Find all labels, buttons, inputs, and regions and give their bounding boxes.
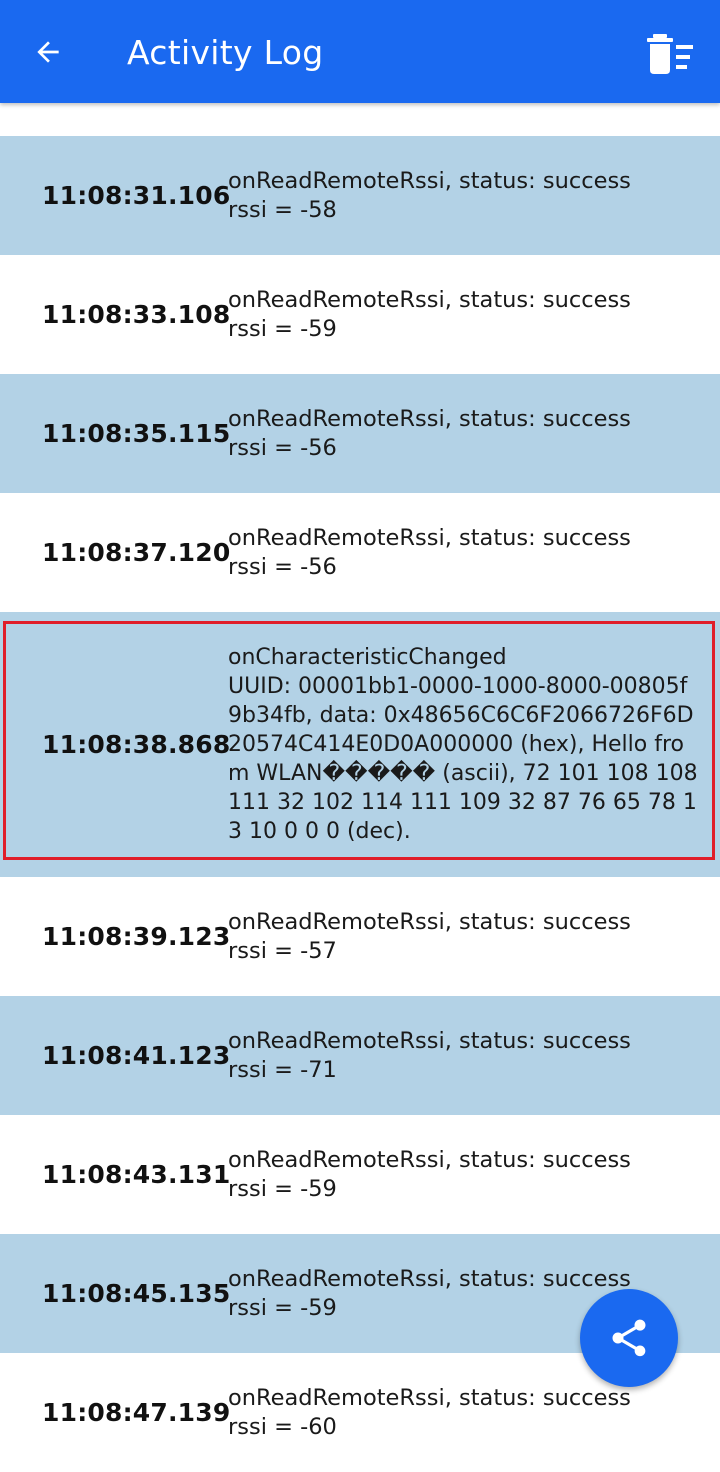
log-timestamp: 11:08:37.120 [42,538,231,567]
log-entry[interactable]: 11:08:31.106 onReadRemoteRssi, status: s… [0,136,720,255]
app-bar: Activity Log [0,0,720,103]
log-message: onReadRemoteRssi, status: success rssi =… [228,167,631,223]
log-timestamp: 11:08:35.115 [42,419,231,448]
log-message: onReadRemoteRssi, status: success rssi =… [228,286,631,342]
log-message: onReadRemoteRssi, status: success rssi =… [228,1027,631,1083]
log-entry-characteristic-changed[interactable]: 11:08:38.868 onCharacteristicChanged UUI… [0,612,720,877]
clear-log-button[interactable] [640,26,700,82]
log-message: onReadRemoteRssi, status: success rssi =… [228,1384,631,1440]
log-timestamp: 11:08:43.131 [42,1160,231,1189]
log-timestamp: 11:08:47.139 [42,1398,231,1427]
log-timestamp: 11:08:38.868 [42,730,231,759]
activity-log-list[interactable]: 11:08:31.106 onReadRemoteRssi, status: s… [0,103,720,1472]
share-icon [612,1319,646,1357]
log-timestamp: 11:08:39.123 [42,922,231,951]
log-message: onReadRemoteRssi, status: success rssi =… [228,908,631,964]
log-message: onReadRemoteRssi, status: success rssi =… [228,405,631,461]
delete-sweep-icon [647,34,693,74]
page-title: Activity Log [127,33,324,72]
log-entry[interactable]: 11:08:33.108 onReadRemoteRssi, status: s… [0,255,720,374]
log-timestamp: 11:08:45.135 [42,1279,231,1308]
log-entry[interactable]: 11:08:37.120 onReadRemoteRssi, status: s… [0,493,720,612]
log-message: onReadRemoteRssi, status: success rssi =… [228,524,631,580]
log-entry[interactable]: 11:08:41.123 onReadRemoteRssi, status: s… [0,996,720,1115]
list-top-spacer [0,103,720,136]
log-timestamp: 11:08:31.106 [42,181,231,210]
back-button[interactable] [22,26,74,78]
log-entry[interactable]: 11:08:39.123 onReadRemoteRssi, status: s… [0,877,720,996]
log-message: onReadRemoteRssi, status: success rssi =… [228,1146,631,1202]
log-entry[interactable]: 11:08:35.115 onReadRemoteRssi, status: s… [0,374,720,493]
log-entry[interactable]: 11:08:43.131 onReadRemoteRssi, status: s… [0,1115,720,1234]
log-timestamp: 11:08:41.123 [42,1041,231,1070]
share-button[interactable] [580,1289,678,1387]
arrow-back-icon [37,41,59,63]
log-message: onCharacteristicChanged UUID: 00001bb1-0… [228,645,698,844]
log-timestamp: 11:08:33.108 [42,300,231,329]
